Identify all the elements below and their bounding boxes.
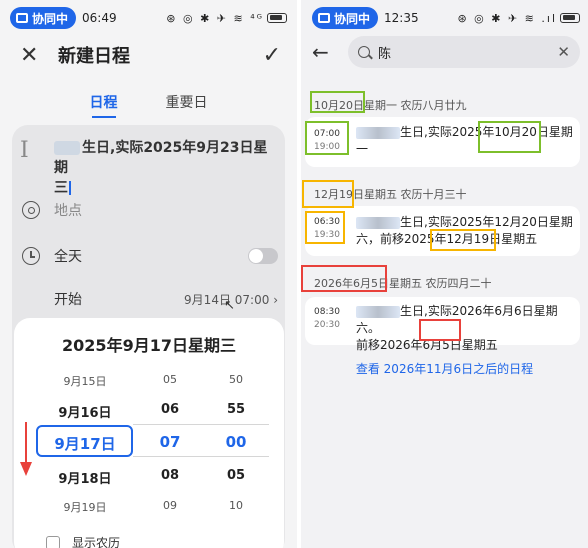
status-icons: ⊛ ◎ ✱ ✈ ≋ .ıl [457, 11, 557, 25]
event-title-field[interactable]: I 生日,实际2025年9月23日星期 三 [20, 138, 280, 198]
blurred-name [356, 126, 400, 139]
event-3-time: 08:30 20:30 [314, 307, 340, 330]
green-highlight-header [310, 91, 365, 113]
date-option[interactable]: 9月19日 [40, 499, 130, 515]
minute-option[interactable]: 05 [206, 468, 266, 483]
picker-title: 2025年9月17日星期三 [62, 336, 236, 355]
date-option[interactable]: 9月15日 [40, 373, 130, 389]
title-line-2: 三 [54, 180, 68, 196]
hour-option[interactable]: 08 [140, 468, 200, 483]
red-down-arrow-annotation [20, 422, 32, 478]
right-status-bar: 协同中 12:35 ⊛ ◎ ✱ ✈ ≋ .ıl [312, 7, 580, 29]
green-highlight-time [305, 121, 349, 155]
collab-badge-label: 协同中 [32, 11, 69, 26]
mouse-pointer-icon: ↖ [224, 298, 235, 313]
view-more-link[interactable]: 查看 2026年11月6日之后的日程 [301, 360, 588, 377]
status-time: 12:35 [384, 11, 419, 25]
title-line-1: 生日,实际2025年9月23日星期 [54, 140, 268, 176]
search-icon [358, 46, 370, 58]
battery-icon [560, 13, 580, 23]
tab-important-day[interactable]: 重要日 [166, 92, 208, 118]
battery-icon [267, 13, 287, 23]
collab-badge[interactable]: 协同中 [10, 7, 77, 29]
clock-icon [22, 247, 40, 265]
tab-schedule[interactable]: 日程 [90, 92, 118, 118]
start-label: 开始 [54, 292, 82, 308]
chevron-right-icon: › [273, 292, 278, 307]
left-status-bar: 协同中 06:49 ⊛ ◎ ✱ ✈ ≋ ⁴ᴳ [10, 7, 287, 29]
collab-badge-right[interactable]: 协同中 [312, 7, 379, 29]
date-option[interactable]: 9月17日 [40, 433, 130, 454]
minute-option[interactable]: 00 [206, 433, 266, 451]
yellow-highlight-date [430, 229, 496, 251]
yellow-highlight-time [305, 211, 345, 244]
clear-icon[interactable]: ✕ [557, 43, 570, 61]
status-icons: ⊛ ◎ ✱ ✈ ≋ ⁴ᴳ [166, 11, 264, 25]
location-row[interactable]: 地点 [22, 200, 278, 220]
search-query: 陈 [378, 46, 392, 62]
event-1-text: 生日,实际2025年10月20日星期 一 [356, 125, 573, 156]
hour-option[interactable]: 09 [140, 499, 200, 512]
collab-icon [16, 13, 28, 23]
text-cursor-icon: I [20, 138, 29, 163]
location-pin-icon [22, 201, 40, 219]
collab-icon [318, 13, 330, 23]
show-lunar-row[interactable]: 显示农历 [46, 534, 120, 548]
text-caret [69, 181, 71, 195]
minute-option[interactable]: 50 [206, 373, 266, 386]
close-icon[interactable]: ✕ [20, 43, 44, 68]
minute-option[interactable]: 55 [206, 402, 266, 417]
red-highlight-date [419, 319, 461, 341]
picker-selection-line-top [133, 424, 269, 425]
search-bar: ← 陈 ✕ [312, 36, 580, 68]
type-tabs: 日程 重要日 [0, 92, 297, 118]
event-title-text[interactable]: 生日,实际2025年9月23日星期 三 [54, 138, 274, 198]
event-3-text: 生日,实际2026年6月6日星期六。 前移2026年6月5日星期五 [356, 304, 558, 352]
date-option[interactable]: 9月16日 [40, 402, 130, 421]
picker-selection-line-bottom [133, 456, 269, 457]
date-option[interactable]: 9月18日 [40, 468, 130, 487]
hour-option[interactable]: 05 [140, 373, 200, 386]
page-title: 新建日程 [58, 46, 130, 67]
green-highlight-date [478, 121, 541, 153]
yellow-highlight-header [302, 180, 354, 208]
status-time: 06:49 [82, 11, 117, 25]
all-day-row: 全天 [22, 246, 278, 266]
search-input[interactable]: 陈 ✕ [348, 36, 580, 68]
blurred-name [356, 305, 400, 318]
location-placeholder: 地点 [54, 203, 82, 219]
blurred-name [356, 216, 400, 229]
hour-option[interactable]: 06 [140, 402, 200, 417]
confirm-check-icon[interactable]: ✓ [263, 43, 281, 68]
blurred-name [54, 141, 80, 155]
minute-option[interactable]: 10 [206, 499, 266, 512]
show-lunar-label: 显示农历 [72, 536, 121, 548]
all-day-toggle[interactable] [248, 248, 278, 264]
collab-badge-label: 协同中 [334, 11, 371, 26]
red-highlight-header [301, 265, 387, 292]
start-row[interactable]: 开始 9月14日 07:00 › [22, 289, 278, 309]
back-arrow-icon[interactable]: ← [312, 40, 338, 64]
hour-option[interactable]: 07 [140, 433, 200, 451]
all-day-label: 全天 [54, 249, 82, 265]
show-lunar-checkbox[interactable] [46, 535, 60, 548]
editor-header: ✕ 新建日程 ✓ [20, 40, 281, 70]
